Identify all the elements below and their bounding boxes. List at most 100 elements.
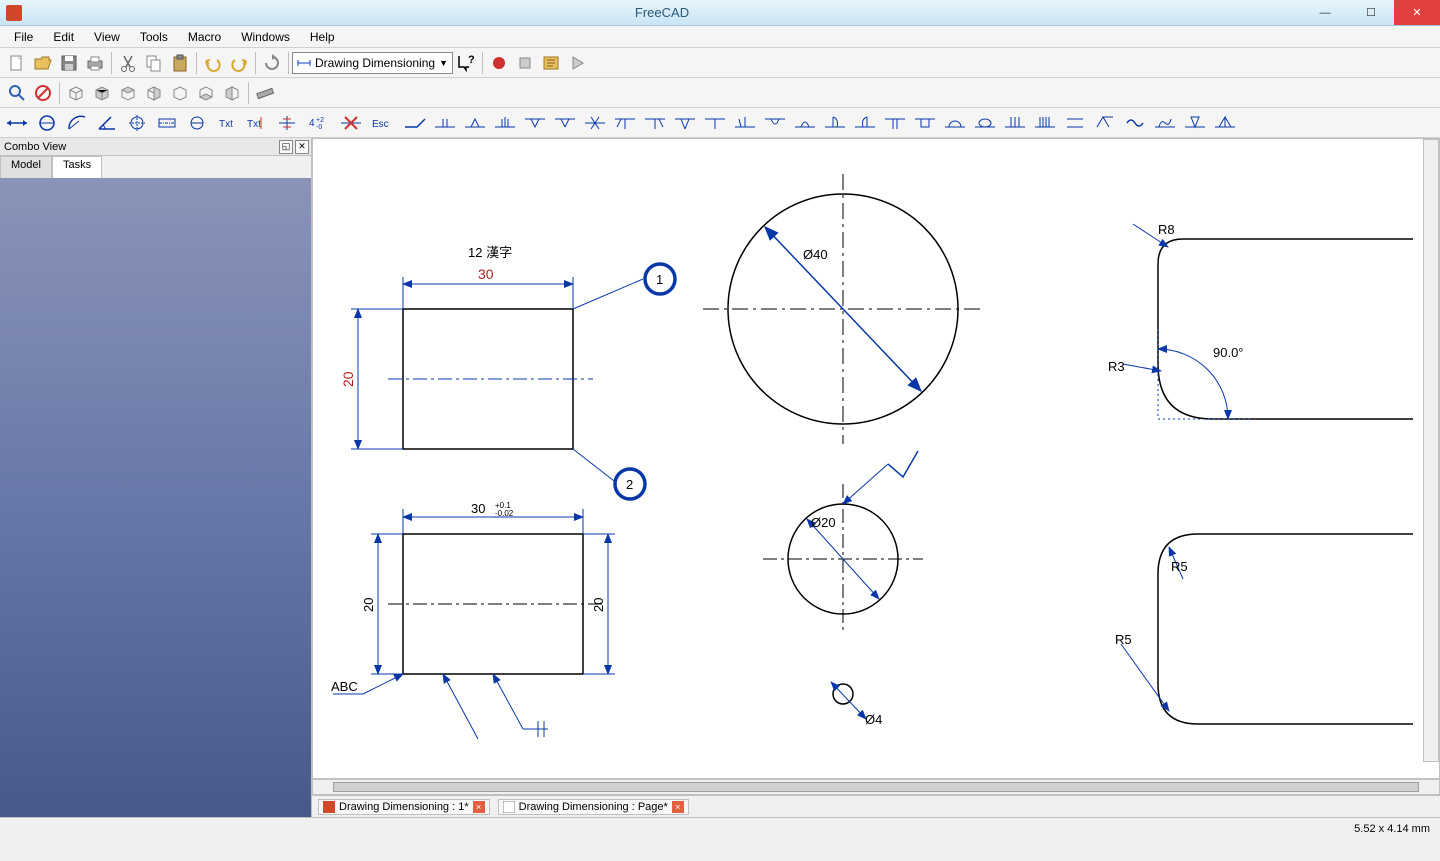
combo-view-header: Combo View ◱ ✕ bbox=[0, 138, 311, 156]
svg-text:Esc: Esc bbox=[372, 119, 389, 130]
circle-dim-icon[interactable] bbox=[34, 111, 60, 135]
undo-icon[interactable] bbox=[200, 50, 226, 76]
vertical-scrollbar[interactable] bbox=[1423, 139, 1439, 762]
status-coords: 5.52 x 4.14 mm bbox=[1354, 823, 1430, 835]
tab-tasks[interactable]: Tasks bbox=[52, 156, 102, 178]
weld-sym-21-icon[interactable] bbox=[1002, 111, 1028, 135]
draw-style-icon[interactable] bbox=[30, 80, 56, 106]
panel-close-button[interactable]: ✕ bbox=[295, 140, 309, 154]
center-line-icon[interactable] bbox=[154, 111, 180, 135]
save-icon[interactable] bbox=[56, 50, 82, 76]
freecad-doc-icon bbox=[323, 801, 335, 813]
zoom-fit-icon[interactable] bbox=[4, 80, 30, 106]
weld-sym-6-icon[interactable] bbox=[552, 111, 578, 135]
front-view-icon[interactable] bbox=[89, 80, 115, 106]
svg-text:4: 4 bbox=[309, 118, 315, 129]
weld-sym-11-icon[interactable] bbox=[702, 111, 728, 135]
whatsthis-icon[interactable]: ? bbox=[453, 50, 479, 76]
half-dim-icon[interactable] bbox=[184, 111, 210, 135]
dim-rect2-hright: 20 bbox=[591, 598, 606, 612]
refresh-icon[interactable] bbox=[259, 50, 285, 76]
macros-icon[interactable] bbox=[538, 50, 564, 76]
weld-sym-19-icon[interactable] bbox=[942, 111, 968, 135]
weld-sym-24-icon[interactable] bbox=[1092, 111, 1118, 135]
table-icon[interactable]: 4+2-0 bbox=[304, 111, 330, 135]
iso-view-icon[interactable] bbox=[63, 80, 89, 106]
weld-sym-18-icon[interactable] bbox=[912, 111, 938, 135]
center-lines-icon[interactable] bbox=[124, 111, 150, 135]
doctab-1-close-icon[interactable]: × bbox=[473, 801, 485, 813]
copy-icon[interactable] bbox=[141, 50, 167, 76]
menu-tools[interactable]: Tools bbox=[130, 28, 178, 46]
status-bar: 5.52 x 4.14 mm bbox=[0, 817, 1440, 839]
weld-sym-7-icon[interactable] bbox=[582, 111, 608, 135]
view-toolbar bbox=[0, 78, 1440, 108]
new-icon[interactable] bbox=[4, 50, 30, 76]
run-macro-icon[interactable] bbox=[564, 50, 590, 76]
menu-windows[interactable]: Windows bbox=[231, 28, 300, 46]
weld-sym-13-icon[interactable] bbox=[762, 111, 788, 135]
paste-icon[interactable] bbox=[167, 50, 193, 76]
menu-file[interactable]: File bbox=[4, 28, 43, 46]
svg-text:+2: +2 bbox=[316, 117, 324, 124]
weld-sym-9-icon[interactable] bbox=[642, 111, 668, 135]
weld-sym-2-icon[interactable] bbox=[432, 111, 458, 135]
horizontal-scrollbar[interactable] bbox=[312, 779, 1440, 795]
page-doc-icon bbox=[503, 801, 515, 813]
weld-sym-15-icon[interactable] bbox=[822, 111, 848, 135]
minimize-button[interactable]: — bbox=[1302, 0, 1348, 25]
menu-help[interactable]: Help bbox=[300, 28, 345, 46]
tab-model[interactable]: Model bbox=[0, 156, 52, 178]
top-view-icon[interactable] bbox=[115, 80, 141, 106]
dim-rect2-width: 30 bbox=[471, 501, 485, 516]
weld-sym-10-icon[interactable] bbox=[672, 111, 698, 135]
weld-sym-23-icon[interactable] bbox=[1062, 111, 1088, 135]
text-add-icon[interactable]: Txt bbox=[244, 111, 270, 135]
doctab-2[interactable]: Drawing Dimensioning : Page* × bbox=[498, 799, 689, 815]
weld-sym-8-icon[interactable] bbox=[612, 111, 638, 135]
weld-sym-1-icon[interactable] bbox=[402, 111, 428, 135]
bottom-view-icon[interactable] bbox=[193, 80, 219, 106]
weld-sym-16-icon[interactable] bbox=[852, 111, 878, 135]
menu-view[interactable]: View bbox=[84, 28, 130, 46]
linear-dim-icon[interactable] bbox=[4, 111, 30, 135]
radius-dim-icon[interactable] bbox=[64, 111, 90, 135]
weld-sym-12-icon[interactable] bbox=[732, 111, 758, 135]
close-button[interactable]: ✕ bbox=[1394, 0, 1440, 25]
weld-sym-4-icon[interactable] bbox=[492, 111, 518, 135]
drawing-canvas[interactable]: 30 20 12 漢字 1 2 bbox=[312, 138, 1440, 779]
main-toolbar: Drawing Dimensioning ▼ ? bbox=[0, 48, 1440, 78]
print-icon[interactable] bbox=[82, 50, 108, 76]
weld-sym-26-icon[interactable] bbox=[1152, 111, 1178, 135]
weld-sym-22-icon[interactable] bbox=[1032, 111, 1058, 135]
tolerance-icon[interactable] bbox=[274, 111, 300, 135]
left-view-icon[interactable] bbox=[219, 80, 245, 106]
cut-icon[interactable] bbox=[115, 50, 141, 76]
menu-macro[interactable]: Macro bbox=[178, 28, 231, 46]
grab-point-icon[interactable]: Txt bbox=[214, 111, 240, 135]
weld-sym-28-icon[interactable] bbox=[1212, 111, 1238, 135]
measure-icon[interactable] bbox=[252, 80, 278, 106]
weld-sym-14-icon[interactable] bbox=[792, 111, 818, 135]
menu-edit[interactable]: Edit bbox=[43, 28, 84, 46]
maximize-button[interactable]: ☐ bbox=[1348, 0, 1394, 25]
angle-dim-icon[interactable] bbox=[94, 111, 120, 135]
stop-macro-icon[interactable] bbox=[512, 50, 538, 76]
open-icon[interactable] bbox=[30, 50, 56, 76]
weld-sym-20-icon[interactable] bbox=[972, 111, 998, 135]
record-macro-icon[interactable] bbox=[486, 50, 512, 76]
doctab-2-close-icon[interactable]: × bbox=[672, 801, 684, 813]
weld-sym-5-icon[interactable] bbox=[522, 111, 548, 135]
weld-sym-3-icon[interactable] bbox=[462, 111, 488, 135]
weld-sym-25-icon[interactable] bbox=[1122, 111, 1148, 135]
weld-sym-27-icon[interactable] bbox=[1182, 111, 1208, 135]
doctab-1[interactable]: Drawing Dimensioning : 1* × bbox=[318, 799, 490, 815]
rear-view-icon[interactable] bbox=[167, 80, 193, 106]
right-view-icon[interactable] bbox=[141, 80, 167, 106]
escape-icon[interactable]: Esc bbox=[368, 111, 394, 135]
delete-dim-icon[interactable] bbox=[338, 111, 364, 135]
panel-float-button[interactable]: ◱ bbox=[279, 140, 293, 154]
workbench-selector[interactable]: Drawing Dimensioning ▼ bbox=[292, 52, 453, 74]
redo-icon[interactable] bbox=[226, 50, 252, 76]
weld-sym-17-icon[interactable] bbox=[882, 111, 908, 135]
